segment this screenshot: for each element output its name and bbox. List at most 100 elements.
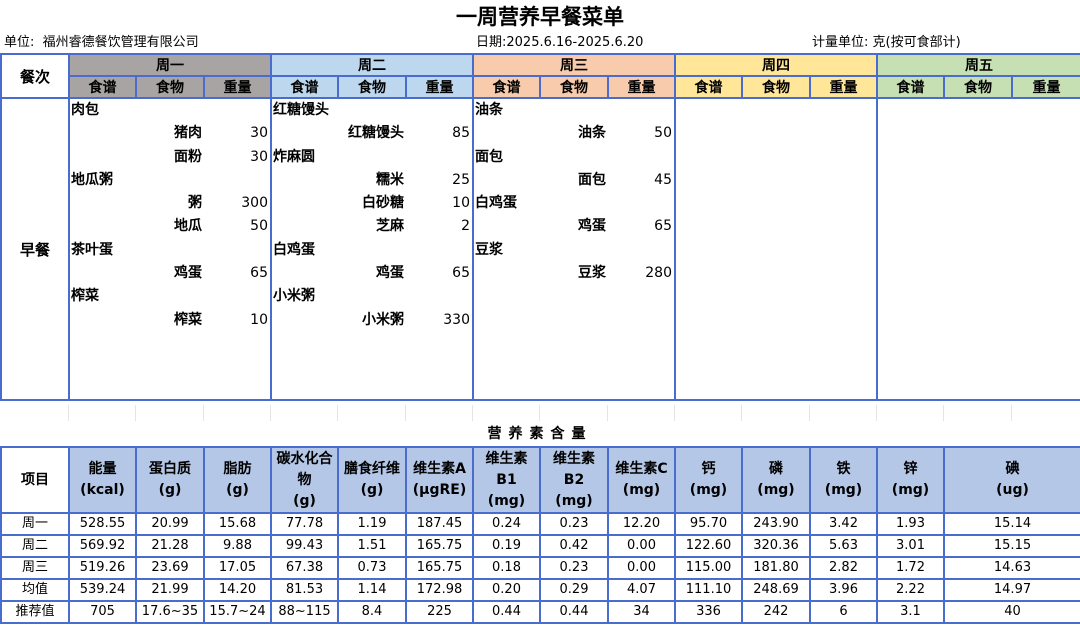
menu-line: 面粉 30 [71,146,269,169]
nutrient-header-line: (mg) [757,482,795,498]
nutrient-value: 23.69 [135,556,205,580]
food-weight: 280 [645,265,672,282]
menu-line: 红糖馒头 [273,100,471,122]
measure-value: 克(按可食部计) [872,35,961,50]
menu-day-header-row: 餐次 周一 周二 周三 周四 周五 [0,53,1080,99]
nutrient-value: 320.36 [741,534,811,558]
nutrient-header-line: 物 [297,471,312,488]
food-name: 豆浆 [578,265,606,282]
nutrient-value: 1.19 [337,512,407,536]
nutrient-value: 21.99 [135,578,205,602]
menu-line: 榨菜 10 [71,309,269,332]
nutrient-value: 12.20 [607,512,676,536]
food-name: 油条 [578,125,606,142]
nutrient-value: 0.44 [539,600,609,624]
menu-line: 油条 50 [475,122,673,145]
nutrient-header-line: 钙 [701,461,716,477]
food-name: 芝麻 [376,218,404,235]
menu-table: 餐次 周一 周二 周三 周四 周五 食谱 食物 重量 食谱 食物 重量 食谱 食… [0,53,1080,401]
nutrient-header-line: (ug) [996,482,1029,498]
food-name: 鸡蛋 [578,218,606,235]
menu-line: 面包 45 [475,169,673,192]
nutrient-value: 165.75 [405,534,474,558]
sub-header-recipe: 食谱 [68,75,137,99]
item-header: 项目 [0,446,70,514]
nutrient-value: 0.24 [472,512,541,536]
nutrient-value: 0.23 [539,556,609,580]
menu-line: 面包 [475,146,673,169]
nutrient-value: 0.00 [607,556,676,580]
nutrient-value: 243.90 [741,512,811,536]
dish-name: 榨菜 [71,288,99,305]
dish-name: 肉包 [71,102,99,118]
nutrient-header-line: (mg) [824,482,863,498]
nutrition-header-row: 项目 能量 (kcal) 蛋白质 (g) 脂肪 (g) 碳水化合物 (g) 膳食纤维 (g) 维生素… [0,446,1080,514]
nutrient-value: 14.97 [943,578,1080,602]
nutrient-header-line: 碘 [1005,461,1020,477]
nutrient-header-line: (mg) [487,492,526,509]
nutrient-value: 6 [809,600,878,624]
nutrient-value: 34 [607,600,676,624]
date-value: 2025.6.16-2025.6.20 [506,35,644,50]
nutrient-header-line: 维生素C [615,461,668,477]
food-weight: 330 [443,311,470,328]
food-weight: 50 [250,218,268,235]
nutrition-body: 周一 528.55 20.99 15.68 77.78 1.19 187.45 0.24 0.2… [0,512,1080,624]
nutrient-value: 111.10 [674,578,743,602]
nutrient-value: 4.07 [607,578,676,602]
nutrient-header: 碳水化合物 (g) [270,446,339,514]
menu-line: 豆浆 280 [475,262,673,285]
nutrient-header: 钙 (mg) [674,446,743,514]
nutrient-value: 336 [674,600,743,624]
nutrient-value: 15.15 [943,534,1080,558]
food-weight: 65 [654,218,672,235]
measure-info: 计量单位: 克(按可食部计) [812,34,961,52]
measure-label: 计量单位: [812,35,869,50]
sub-header-weight: 重量 [1011,75,1080,99]
food-name: 地瓜 [174,218,202,235]
day-menu-mon: 肉包 猪肉 30 面粉 30 地瓜粥粥 300 地瓜 50 茶叶蛋 鸡蛋 65 榨菜 榨菜 10 [68,97,272,401]
nutrient-value: 21.28 [135,534,205,558]
day-header-wed: 周三 [472,53,676,77]
spacer-grid-row [0,405,1080,421]
nutrient-value: 15.7~24 [203,600,272,624]
nutrient-header-line: (g) [226,482,249,498]
nutrient-value: 0.23 [539,512,609,536]
menu-line: 油条 [475,100,673,122]
food-weight: 300 [241,195,268,212]
unit-value: 福州睿德餐饮管理有限公司 [42,35,199,50]
nutrient-value: 0.19 [472,534,541,558]
dish-name: 面包 [475,148,503,165]
sub-header-weight: 重量 [607,75,676,99]
nutrient-header-line: 维生素A [413,461,466,477]
food-name: 猪肉 [174,125,202,142]
food-name: 小米粥 [362,311,404,328]
day-menu-wed: 油条 油条 50 面包 面包 45 白鸡蛋 鸡蛋 65 豆浆 豆浆 280 [472,97,676,401]
nutrient-header-line: B1 [496,471,517,488]
menu-line: 红糖馒头 85 [273,122,471,145]
menu-line: 白砂糖 10 [273,192,471,215]
nutrient-header-line: 脂肪 [223,461,252,477]
nutrient-value: 99.43 [270,534,339,558]
nutrient-header-line: (g) [360,482,384,498]
dish-name: 茶叶蛋 [71,241,113,258]
food-weight: 65 [250,265,268,282]
nutrient-header-line: B2 [563,471,585,488]
sub-header-food: 食物 [943,75,1013,99]
sub-header-weight: 重量 [809,75,878,99]
sub-header-food: 食物 [337,75,407,99]
meal-name: 早餐 [0,97,70,401]
nutrient-value: 0.29 [539,578,609,602]
nutrient-header-line: 能量 [88,461,117,477]
menu-line: 茶叶蛋 [71,239,269,262]
food-weight: 85 [452,125,470,142]
nutrient-value: 2.82 [809,556,878,580]
nutrient-value: 0.18 [472,556,541,580]
nutrient-value: 172.98 [405,578,474,602]
nutrient-value: 1.72 [876,556,945,580]
nutrient-header-line: 碳水化合 [276,450,333,467]
nutrient-header: 维生素A (μgRE) [405,446,474,514]
food-name: 榨菜 [174,311,202,328]
nutrient-header: 维生素 B2 (mg) [539,446,609,514]
menu-line: 白鸡蛋 [273,239,471,262]
